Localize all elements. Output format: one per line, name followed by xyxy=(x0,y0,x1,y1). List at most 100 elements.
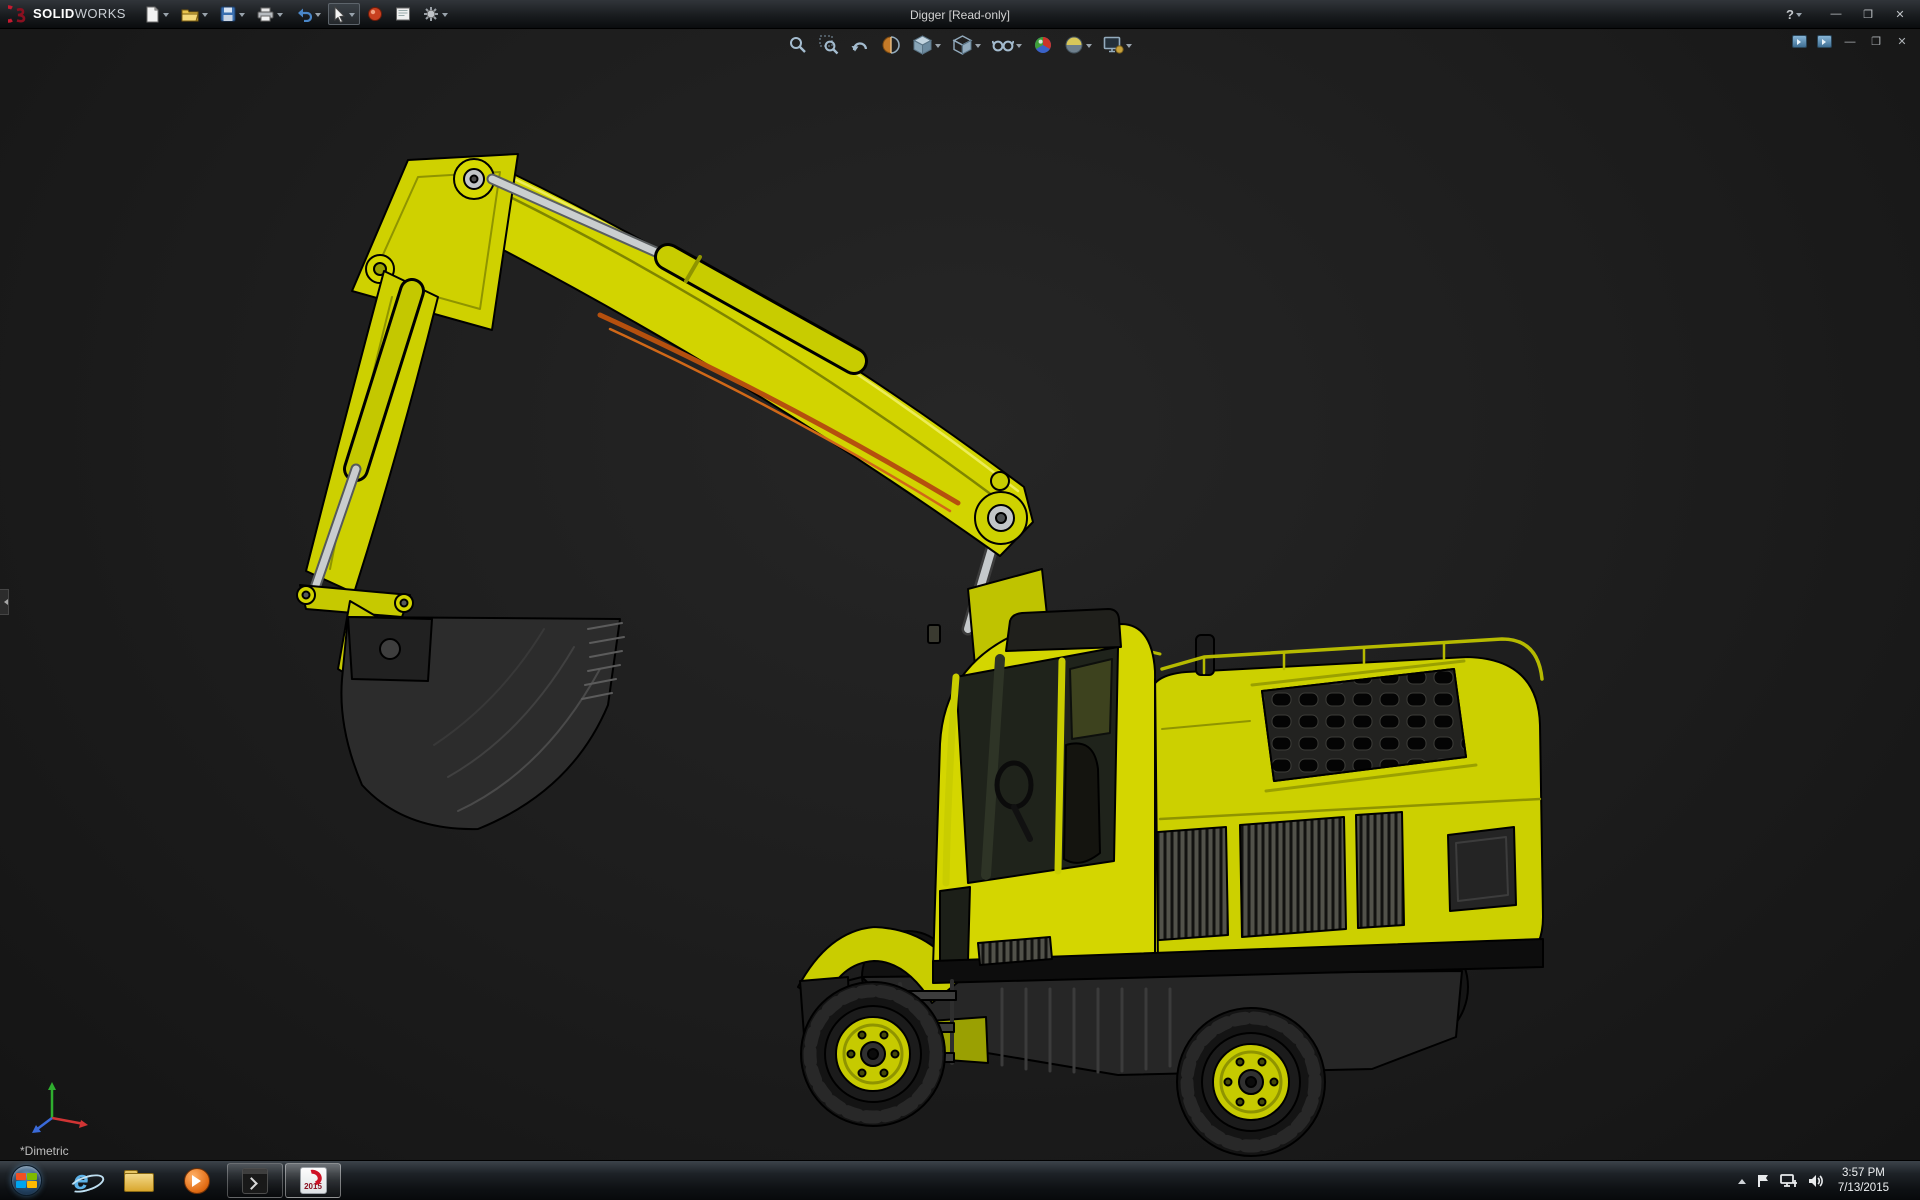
dropdown-arrow-icon xyxy=(935,43,941,51)
featuremanager-flyout-arrow[interactable] xyxy=(0,589,9,615)
section-view-button[interactable] xyxy=(879,33,903,57)
solidworks-window: SOLIDWORKS Digger [Read-only] ? — ❐ ✕ — … xyxy=(0,0,1920,1200)
dropdown-arrow-icon xyxy=(348,12,355,20)
undo-button[interactable] xyxy=(290,3,326,25)
dropdown-arrow-icon xyxy=(276,12,283,20)
dropdown-arrow-icon xyxy=(975,43,981,51)
previous-view-icon xyxy=(851,42,868,52)
close-button[interactable]: ✕ xyxy=(1888,5,1912,23)
windows-flag-icon xyxy=(12,1166,41,1195)
open-button[interactable] xyxy=(176,3,213,25)
doc-minimize-button[interactable]: — xyxy=(1842,34,1858,49)
rear-left-wheel[interactable] xyxy=(1176,1007,1326,1157)
options-gear-icon xyxy=(423,7,438,21)
save-button[interactable] xyxy=(215,3,250,25)
doc-restore-button[interactable]: ❐ xyxy=(1868,34,1884,49)
display-pane-toggle-icon[interactable] xyxy=(1792,35,1807,48)
window-controls: ? — ❐ ✕ xyxy=(1786,5,1912,23)
view-settings-icon xyxy=(1103,36,1124,54)
appearance-ball-icon xyxy=(367,7,382,21)
undo-arrow-icon xyxy=(297,8,312,22)
edit-appearance-button[interactable] xyxy=(1031,33,1055,57)
solidworks-brand: SOLIDWORKS xyxy=(8,5,126,23)
view-settings-button[interactable] xyxy=(1101,33,1134,57)
help-button[interactable]: ? xyxy=(1786,7,1802,22)
zoom-to-fit-button[interactable] xyxy=(786,33,810,57)
options-button[interactable] xyxy=(418,3,453,25)
document-window-controls: — ❐ ✕ xyxy=(1792,34,1910,49)
folder-icon xyxy=(124,1169,154,1192)
new-document-button[interactable] xyxy=(140,3,174,25)
appearances-button[interactable] xyxy=(362,3,388,25)
quick-access-toolbar xyxy=(140,3,453,25)
task-pane-toggle-icon[interactable] xyxy=(1817,35,1832,48)
system-tray: 3:57 PM 7/13/2015 xyxy=(1734,1161,1920,1200)
save-floppy-icon xyxy=(220,6,236,22)
clock-date: 7/13/2015 xyxy=(1837,1181,1889,1194)
bucket[interactable] xyxy=(340,616,625,831)
section-view-icon xyxy=(882,36,900,54)
dropdown-arrow-icon xyxy=(1086,43,1092,51)
apply-scene-button[interactable] xyxy=(1062,33,1094,57)
clock-time: 3:57 PM xyxy=(1842,1166,1885,1179)
doc-close-button[interactable]: ✕ xyxy=(1894,34,1910,49)
sheet-format-button[interactable] xyxy=(390,3,416,25)
zoom-to-area-button[interactable] xyxy=(817,33,841,57)
titlebar: SOLIDWORKS Digger [Read-only] ? — ❐ ✕ xyxy=(0,0,1920,29)
display-style-icon xyxy=(952,35,973,55)
dropdown-arrow-icon xyxy=(162,12,169,20)
media-player-icon xyxy=(184,1167,210,1194)
select-cursor-icon xyxy=(334,5,345,23)
taskbar-item-media-player[interactable] xyxy=(169,1163,225,1198)
console-app-icon xyxy=(242,1167,268,1194)
taskbar-item-console-app[interactable] xyxy=(227,1163,283,1198)
brand-text: SOLIDWORKS xyxy=(33,6,126,21)
previous-view-button[interactable] xyxy=(848,33,872,57)
apply-scene-ball-icon xyxy=(1065,36,1083,54)
zoom-to-fit-icon xyxy=(790,37,806,53)
internet-explorer-icon: e xyxy=(73,1165,89,1195)
dropdown-arrow-icon xyxy=(1016,43,1022,51)
restore-button[interactable]: ❐ xyxy=(1856,5,1880,23)
glasses-icon xyxy=(992,40,1014,52)
taskbar-item-internet-explorer[interactable]: e xyxy=(53,1163,109,1198)
view-orientation-button[interactable] xyxy=(910,33,943,57)
dropdown-arrow-icon xyxy=(441,12,448,20)
document-title: Digger [Read-only] xyxy=(909,7,1011,22)
dassault-3ds-logo-icon xyxy=(8,5,26,23)
edit-appearance-ball-icon xyxy=(1035,37,1051,53)
open-folder-icon xyxy=(181,9,199,21)
display-style-button[interactable] xyxy=(950,33,983,57)
taskbar-item-solidworks[interactable]: 2015 xyxy=(285,1163,341,1198)
new-document-icon xyxy=(146,6,159,22)
view-cube-icon xyxy=(912,35,933,55)
reference-triad-icon xyxy=(32,1082,88,1133)
front-left-wheel[interactable] xyxy=(800,981,946,1127)
dropdown-arrow-icon xyxy=(201,12,208,20)
headsup-view-toolbar xyxy=(786,33,1134,57)
windows-start-orb-icon xyxy=(10,1165,42,1196)
minimize-button[interactable]: — xyxy=(1824,5,1848,23)
solidworks-app-icon: 2015 xyxy=(299,1166,327,1194)
zoom-to-area-icon xyxy=(819,35,839,55)
dropdown-arrow-icon xyxy=(1126,43,1132,51)
speaker-icon[interactable] xyxy=(1807,1173,1823,1189)
dropdown-arrow-icon xyxy=(238,12,245,20)
taskbar-item-file-explorer[interactable] xyxy=(111,1163,167,1198)
start-button[interactable] xyxy=(0,1161,52,1200)
stick-arm[interactable] xyxy=(305,270,439,594)
select-button[interactable] xyxy=(327,3,360,25)
print-button[interactable] xyxy=(252,3,288,25)
excavator-model[interactable] xyxy=(0,29,1920,1160)
action-center-flag-icon[interactable] xyxy=(1755,1173,1771,1189)
hide-show-items-button[interactable] xyxy=(990,33,1024,57)
cab[interactable] xyxy=(927,608,1159,968)
dropdown-arrow-icon xyxy=(1796,12,1802,20)
graphics-viewport[interactable]: — ❐ ✕ *Dimetric xyxy=(0,29,1920,1160)
printer-icon xyxy=(257,7,274,21)
taskbar: e 2015 3:57 PM 7/13/2015 xyxy=(0,1160,1920,1200)
show-hidden-icons-button[interactable] xyxy=(1737,1175,1746,1184)
network-icon[interactable] xyxy=(1779,1173,1798,1189)
sheet-format-icon xyxy=(395,7,410,21)
taskbar-clock[interactable]: 3:57 PM 7/13/2015 xyxy=(1832,1166,1895,1196)
